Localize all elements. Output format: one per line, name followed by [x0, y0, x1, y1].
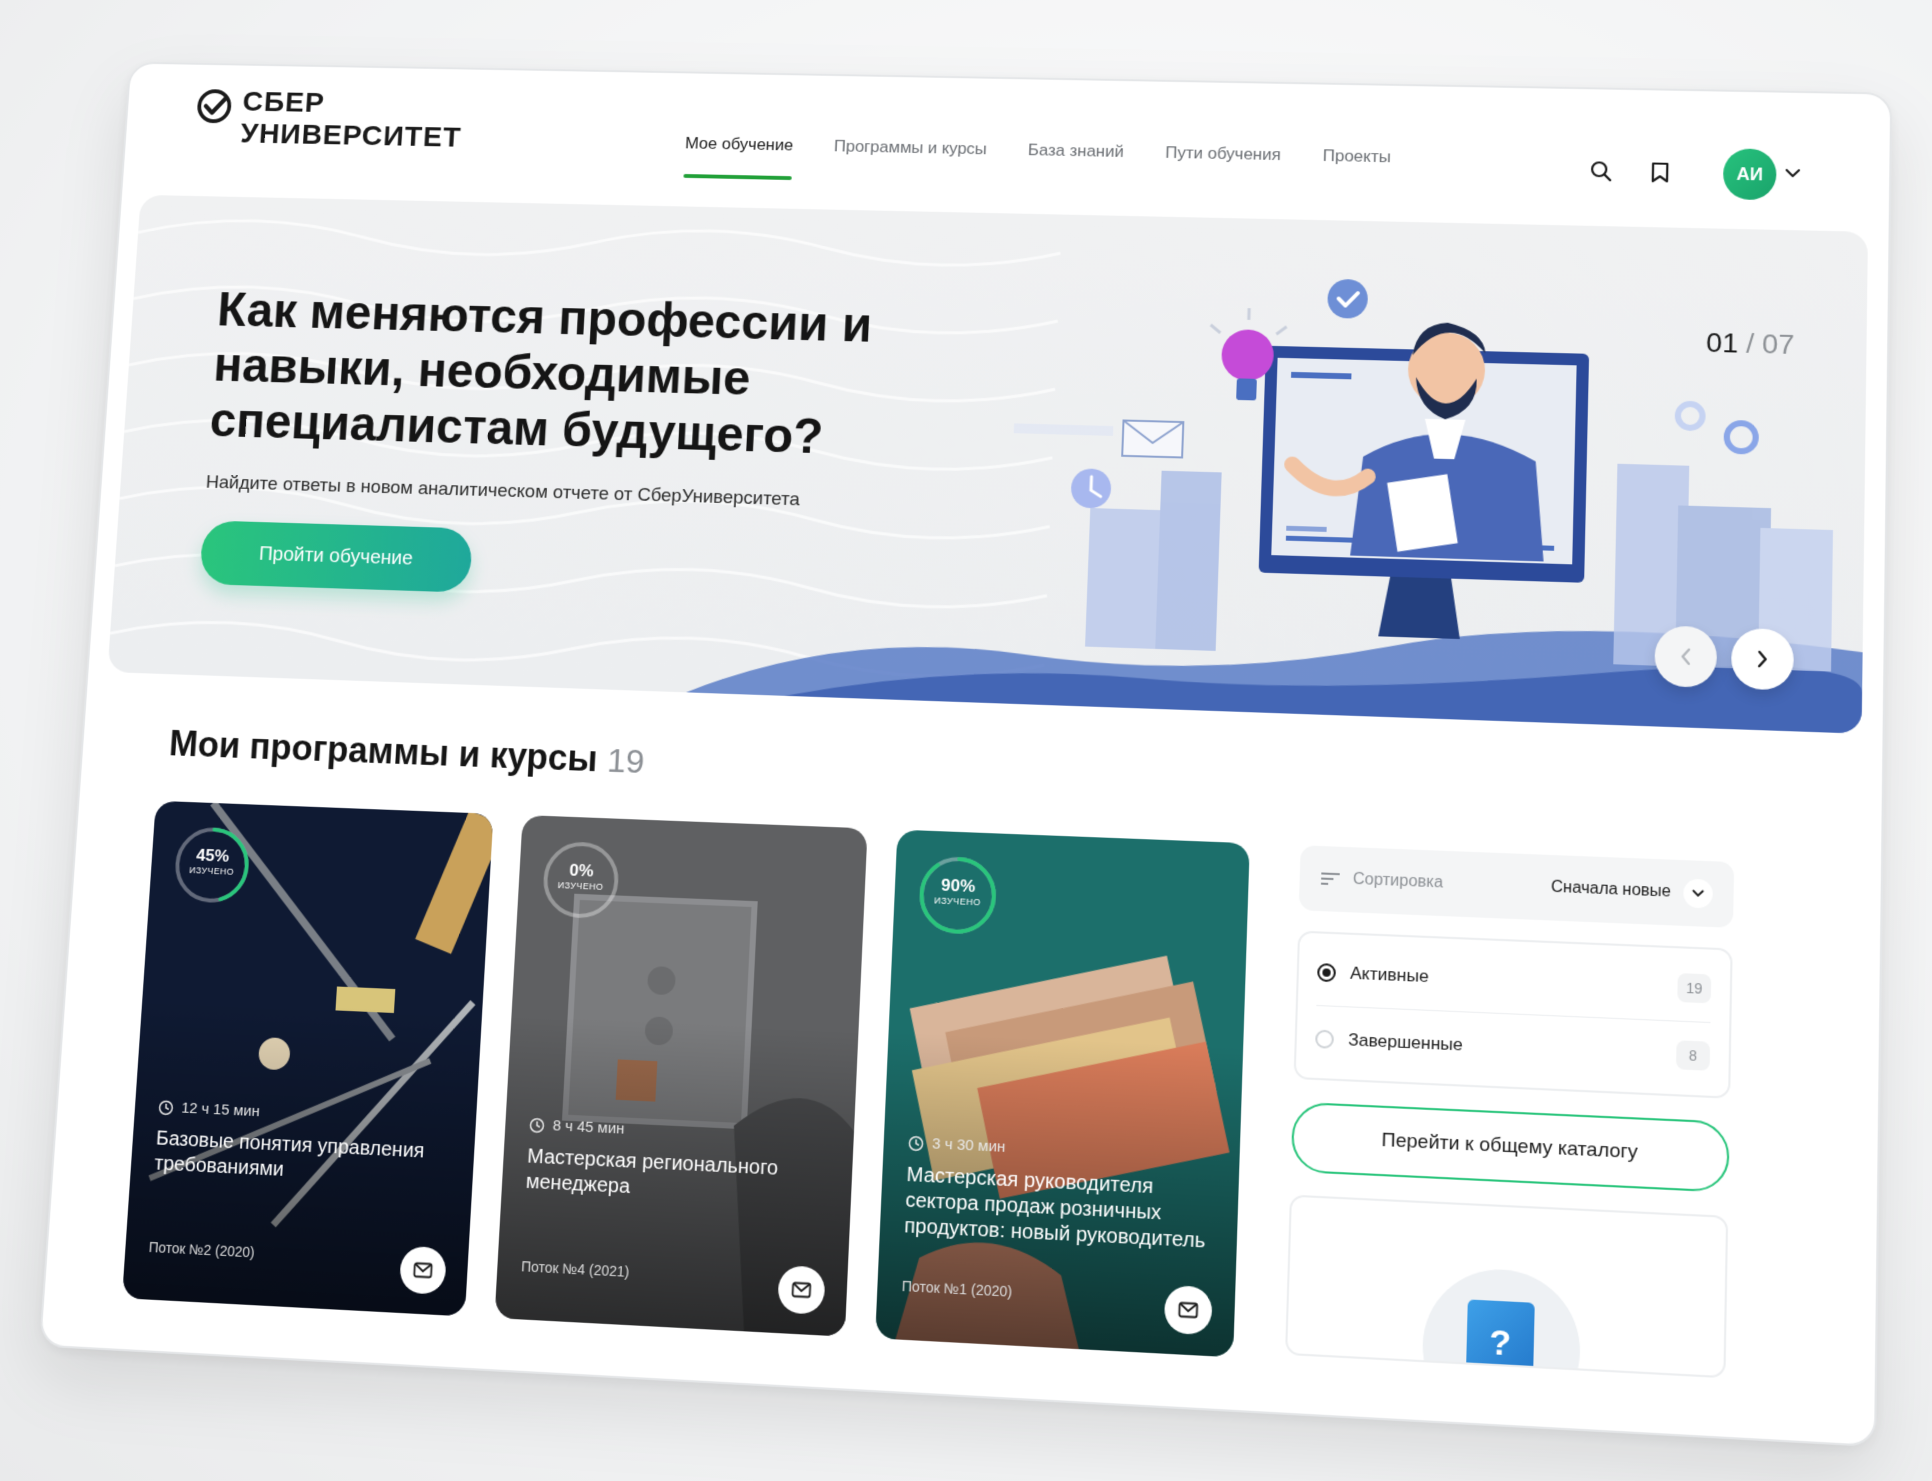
duration-text: 3 ч 30 мин — [931, 1135, 1006, 1156]
nav-learning-paths[interactable]: Пути обучения — [1164, 143, 1281, 190]
logo-text: СБЕР УНИВЕРСИТЕТ — [240, 86, 465, 154]
main-nav: Мое обучение Программы и курсы База знан… — [683, 134, 1391, 192]
radio-completed[interactable] — [1315, 1029, 1335, 1049]
avatar[interactable]: АИ — [1722, 148, 1777, 201]
background: СБЕР УНИВЕРСИТЕТ Мое обучение Программы … — [0, 0, 1932, 1481]
course-card[interactable]: 45% изучено 12 ч 15 мин Базовые понятия … — [122, 800, 494, 1317]
radio-active[interactable] — [1317, 963, 1337, 983]
clock-icon — [158, 1099, 175, 1116]
hero-title: Как меняются профессии и навыки, необход… — [208, 282, 874, 464]
logo[interactable]: СБЕР УНИВЕРСИТЕТ — [193, 85, 464, 154]
envelope-icon — [1013, 418, 1183, 458]
course-title: Мастерская руководителя сектора продаж р… — [903, 1163, 1206, 1253]
clock-icon — [529, 1116, 546, 1133]
filter-label: Активные — [1349, 963, 1429, 987]
course-cards: 45% изучено 12 ч 15 мин Базовые понятия … — [122, 800, 1250, 1358]
course-card[interactable]: 0% изучено 8 ч 45 мин Мастерская региона… — [494, 815, 868, 1337]
help-card[interactable]: ? — [1285, 1194, 1729, 1379]
filter-panel: Сортировка Сначала новые Активные 19 Зав… — [1285, 845, 1735, 1379]
bookmark-icon[interactable] — [1646, 158, 1675, 186]
header-actions — [1587, 157, 1675, 186]
sber-check-icon — [194, 87, 234, 125]
status-filter: Активные 19 Завершенные 8 — [1293, 930, 1733, 1099]
mail-icon — [413, 1262, 434, 1279]
logo-line-1: СБЕР — [241, 86, 326, 119]
sort-icon — [1320, 871, 1341, 886]
search-icon[interactable] — [1587, 157, 1616, 185]
section-count: 19 — [606, 741, 646, 781]
section-title-text: Мои программы и курсы — [167, 722, 599, 780]
duration-text: 8 ч 45 мин — [552, 1117, 625, 1138]
filter-label: Завершенные — [1347, 1029, 1464, 1055]
chevron-left-icon — [1679, 647, 1692, 666]
chevron-right-icon — [1756, 650, 1769, 669]
start-learning-button[interactable]: Пройти обучение — [199, 520, 474, 593]
chevron-down-icon[interactable] — [1784, 167, 1801, 179]
nav-projects[interactable]: Проекты — [1322, 146, 1391, 192]
course-card[interactable]: 90% изучено 3 ч 30 мин Мастерская руково… — [875, 829, 1250, 1358]
logo-line-2: УНИВЕРСИТЕТ — [239, 117, 463, 154]
help-document-icon: ? — [1465, 1299, 1535, 1379]
mail-icon — [791, 1281, 812, 1299]
browser-window: СБЕР УНИВЕРСИТЕТ Мое обучение Программы … — [38, 61, 1893, 1448]
go-to-catalog-button[interactable]: Перейти к общему каталогу — [1290, 1101, 1730, 1193]
clock-icon — [908, 1134, 925, 1151]
sort-dropdown[interactable]: Сортировка Сначала новые — [1298, 845, 1735, 928]
nav-programs[interactable]: Программы и курсы — [832, 137, 988, 184]
sort-value[interactable]: Сначала новые — [1551, 878, 1671, 901]
chevron-down-icon[interactable] — [1683, 878, 1713, 909]
hero-banner: Как меняются профессии и навыки, необход… — [107, 194, 1868, 734]
nav-knowledge-base[interactable]: База знаний — [1027, 141, 1125, 187]
gear-icon — [1677, 404, 1756, 452]
nav-my-learning[interactable]: Мое обучение — [683, 134, 794, 180]
filter-count: 19 — [1677, 973, 1712, 1004]
clock-icon — [1070, 468, 1112, 509]
mail-icon — [1178, 1301, 1199, 1319]
check-badge-icon — [1327, 278, 1369, 319]
section-title: Мои программы и курсы 19 — [168, 723, 646, 782]
sort-label: Сортировка — [1352, 870, 1444, 892]
filter-count: 8 — [1676, 1040, 1711, 1071]
